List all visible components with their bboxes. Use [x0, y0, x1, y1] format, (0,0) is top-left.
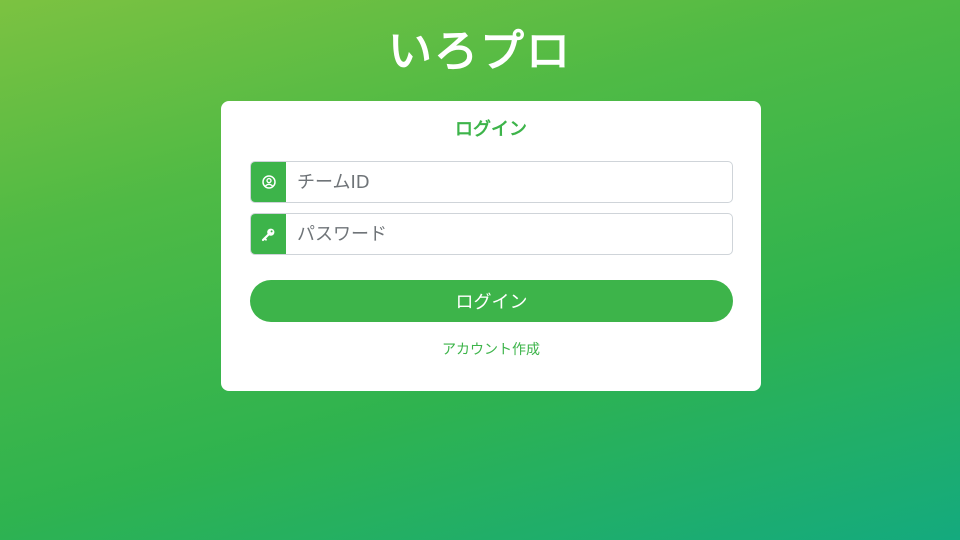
login-card-title: ログイン — [455, 119, 527, 140]
password-input[interactable] — [286, 214, 732, 254]
key-icon — [251, 214, 286, 254]
create-account-container: アカウント作成 — [221, 339, 761, 360]
login-button[interactable]: ログイン — [250, 280, 733, 322]
user-circle-icon — [251, 162, 286, 202]
create-account-link[interactable]: アカウント作成 — [442, 342, 540, 358]
login-card: ログイン ログイン アカウント作成 — [221, 101, 761, 391]
app-title: いろプロ — [388, 26, 572, 77]
team-id-field[interactable] — [250, 161, 733, 203]
team-id-input[interactable] — [286, 162, 732, 202]
password-field[interactable] — [250, 213, 733, 255]
